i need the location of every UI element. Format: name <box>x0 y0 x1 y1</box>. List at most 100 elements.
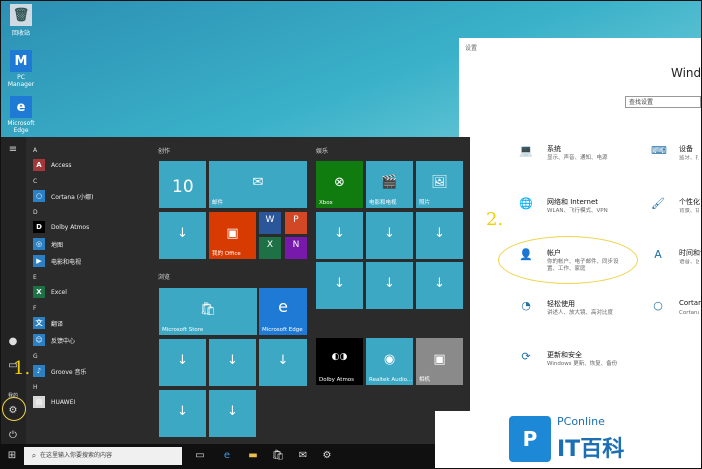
user-avatar-icon[interactable]: ● <box>6 335 20 349</box>
download-tile[interactable]: ↓ <box>209 339 256 386</box>
word-tile[interactable]: W <box>259 212 281 234</box>
settings-item-desc: Windows 更新、恢复、备份 <box>547 361 618 367</box>
app-list-item[interactable]: ▶ 电影和电视 <box>33 254 81 268</box>
settings-highlight-circle <box>2 397 26 421</box>
settings-item[interactable]: 💻 系统 显示、声音、通知、电源 <box>519 142 629 172</box>
app-list-letter[interactable]: D <box>33 209 38 216</box>
app-list-letter[interactable]: G <box>33 353 38 360</box>
power-icon[interactable]: ⏻ <box>6 429 20 443</box>
download-icon: ↓ <box>334 226 345 242</box>
movies-tile[interactable]: 🎬 电影和电视 <box>366 161 413 208</box>
task-view-icon[interactable]: ▭ <box>193 449 207 463</box>
store-taskbar-icon[interactable]: 🛍 <box>271 449 285 463</box>
settings-item[interactable]: 🖌 个性化背景、锁屏、颜色 <box>651 195 702 225</box>
tile-label: 相机 <box>419 377 431 383</box>
settings-item[interactable]: ⟳ 更新和安全 Windows 更新、恢复、备份 <box>519 348 629 378</box>
app-list-letter[interactable]: C <box>33 178 37 185</box>
app-list-item[interactable]: A Access <box>33 158 72 172</box>
settings-item-title: Cortana <box>679 299 702 307</box>
download-tile[interactable]: ↓ <box>159 390 206 437</box>
mail-tile[interactable]: ✉ 邮件 <box>209 161 307 208</box>
app-label: Excel <box>51 288 67 296</box>
cortana-icon: ○ <box>653 299 663 312</box>
store-tile[interactable]: 🛍 Microsoft Store <box>159 288 257 335</box>
download-tile[interactable]: ↓ <box>209 390 256 437</box>
tile-label: Dolby Atmos <box>319 377 355 383</box>
download-icon: ↓ <box>177 353 188 369</box>
app-list-item[interactable]: ▤ HUAWEI <box>33 395 75 409</box>
download-tile[interactable]: ↓ <box>259 339 307 386</box>
app-list-letter[interactable]: H <box>33 384 38 391</box>
download-tile[interactable]: ↓ <box>366 212 413 259</box>
download-icon: ↓ <box>334 276 345 292</box>
app-list-item[interactable]: ○ Cortana (小娜) <box>33 189 93 203</box>
desktop-icon-edge[interactable]: e Microsoft Edge <box>4 96 38 134</box>
app-label: 翻译 <box>51 320 64 328</box>
download-tile[interactable]: ↓ <box>316 212 363 259</box>
app-list-item[interactable]: 文翻译 <box>33 316 63 330</box>
account-highlight-circle <box>498 236 638 284</box>
app-label: 地图 <box>51 241 64 249</box>
app-list-letter[interactable]: F <box>33 305 36 312</box>
download-tile[interactable]: ↓ <box>316 262 363 309</box>
settings-item[interactable]: 🌐 网络和 Internet WLAN、飞行模式、VPN <box>519 195 629 225</box>
desktop-icon-pc-manager[interactable]: M PC Manager <box>4 50 38 88</box>
download-tile[interactable]: ↓ <box>159 212 206 259</box>
app-icon: ☺ <box>33 334 45 346</box>
app-list-item[interactable]: ◎ 地图 <box>33 237 63 251</box>
settings-item-title: 轻松使用 <box>547 300 575 308</box>
app-label: Access <box>51 161 72 169</box>
calendar-tile[interactable]: 10 <box>159 161 206 208</box>
download-tile[interactable]: ↓ <box>416 262 463 309</box>
powerpoint-tile[interactable]: P <box>285 212 307 234</box>
settings-search-input[interactable]: 查找设置 <box>625 96 701 108</box>
app-list-item[interactable]: X Excel <box>33 285 67 299</box>
file-explorer-icon[interactable]: ▬ <box>246 449 260 463</box>
hamburger-menu-icon[interactable]: ≡ <box>6 143 20 157</box>
app-list-letter[interactable]: A <box>33 147 37 154</box>
edge-taskbar-icon[interactable]: e <box>220 449 234 463</box>
settings-item[interactable]: ⌨ 设备蓝牙、打印机、鼠标 <box>651 142 702 172</box>
settings-item-desc: WLAN、飞行模式、VPN <box>547 208 608 214</box>
laptop-icon: 💻 <box>519 144 533 157</box>
dolby-tile[interactable]: ◐◑ Dolby Atmos <box>316 338 363 385</box>
windows-start-icon[interactable]: ⊞ <box>5 449 19 463</box>
app-list-letter[interactable]: E <box>33 274 37 281</box>
group-title-create: 创作 <box>158 148 171 155</box>
photo-icon: 🖼 <box>431 175 448 191</box>
tile-label: 电影和电视 <box>369 200 397 206</box>
taskbar-search-input[interactable]: 在这里输入你要搜索的内容 <box>24 447 182 465</box>
settings-taskbar-icon[interactable]: ⚙ <box>320 449 334 463</box>
clapper-icon: 🎬 <box>381 175 398 191</box>
download-tile[interactable]: ↓ <box>366 262 413 309</box>
office-tile[interactable]: ▣ 我的 Office <box>209 212 256 259</box>
download-icon: ↓ <box>277 353 289 369</box>
download-tile[interactable]: ↓ <box>159 339 206 386</box>
edge-tile[interactable]: e Microsoft Edge <box>259 288 307 335</box>
app-list-item[interactable]: ♪ Groove 音乐 <box>33 364 86 378</box>
edge-icon: e <box>278 297 288 317</box>
app-list-item[interactable]: ☺ 反馈中心 <box>33 333 75 347</box>
excel-tile[interactable]: X <box>259 237 281 259</box>
xbox-tile[interactable]: ⊗ Xbox <box>316 161 363 208</box>
settings-item[interactable]: ○ Cortana Cortana 语言、权限、通知 <box>651 297 702 327</box>
onenote-tile[interactable]: N <box>285 237 307 259</box>
search-icon: ⌕ <box>31 451 37 460</box>
app-icon: D <box>33 221 45 233</box>
tile-label: 我的 Office <box>212 251 241 257</box>
camera-tile[interactable]: ▣ 相机 <box>416 338 463 385</box>
app-icon: ○ <box>33 190 45 202</box>
download-tile[interactable]: ↓ <box>416 212 463 259</box>
app-icon: ▶ <box>33 255 45 267</box>
settings-item[interactable]: ◔ 轻松使用 讲述人、放大镜、高对比度 <box>519 297 629 327</box>
mail-taskbar-icon[interactable]: ✉ <box>296 449 310 463</box>
download-icon: ↓ <box>177 404 188 420</box>
photos-tile[interactable]: 🖼 照片 <box>416 161 463 208</box>
tile-label: 照片 <box>419 200 431 206</box>
settings-item[interactable]: A 时间和语言语音、区域、日期 <box>651 246 702 276</box>
settings-item-desc: 背景、锁屏、颜色 <box>679 208 699 214</box>
realtek-tile[interactable]: ◉ Realtek Audio... <box>366 338 413 385</box>
settings-item-desc: 语音、区域、日期 <box>679 259 699 265</box>
app-list-item[interactable]: D Dolby Atmos <box>33 220 89 234</box>
desktop-icon-recycle-bin[interactable]: 🗑 回收站 <box>4 4 38 37</box>
